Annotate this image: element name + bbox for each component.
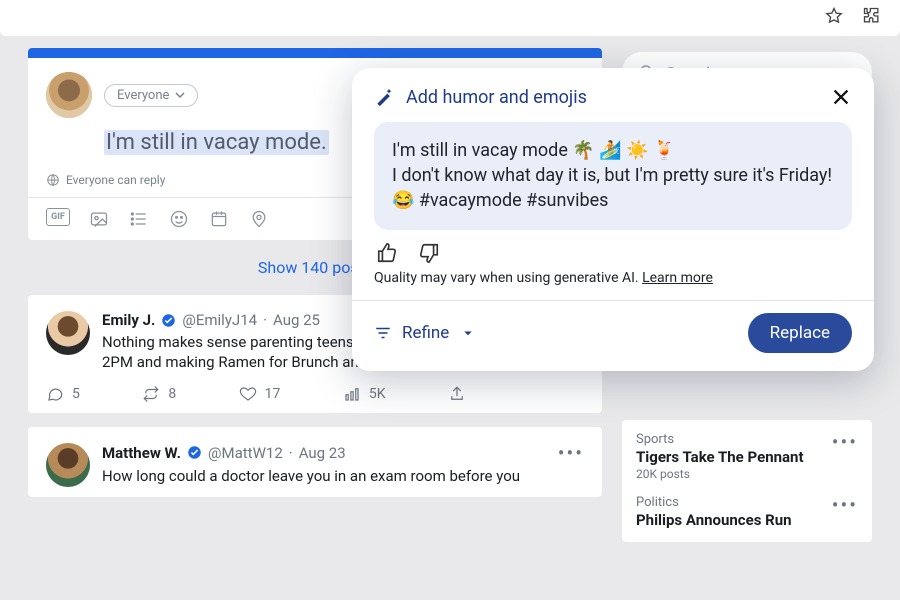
replace-button[interactable]: Replace [748, 313, 852, 353]
post-body: How long could a doctor leave you in an … [102, 466, 584, 486]
trends-card: Sports Tigers Take The Pennant 20K posts… [622, 420, 872, 542]
magic-wand-icon [374, 87, 394, 107]
popover-title: Add humor and emojis [406, 87, 818, 108]
post-avatar[interactable] [46, 443, 90, 487]
close-icon[interactable] [830, 86, 852, 108]
bookmark-star-icon[interactable] [824, 6, 844, 30]
composer-draft-text: I'm still in vacay mode. [104, 130, 329, 155]
post-author-name[interactable]: Matthew W. [102, 444, 181, 462]
post-author-handle[interactable]: @EmilyJ14 [182, 311, 257, 329]
repost-button[interactable]: 8 [142, 385, 176, 403]
ai-disclaimer: Quality may vary when using generative A… [374, 270, 852, 286]
ai-suggestion-text: I'm still in vacay mode 🌴 🏄 ☀️ 🍹 I don't… [374, 122, 852, 230]
post-date: Aug 23 [299, 444, 346, 462]
like-button[interactable]: 17 [239, 385, 281, 403]
thumbs-down-icon[interactable] [418, 242, 440, 264]
image-button[interactable] [88, 208, 110, 230]
thumbs-up-icon[interactable] [376, 242, 398, 264]
share-button[interactable] [448, 385, 466, 403]
user-avatar[interactable] [46, 72, 92, 118]
post-author-handle[interactable]: @MattW12 [208, 444, 283, 462]
globe-icon [46, 173, 60, 187]
gif-button[interactable]: GIF [46, 208, 70, 226]
audience-label: Everyone [117, 88, 169, 103]
extensions-puzzle-icon[interactable] [862, 6, 882, 30]
audience-selector[interactable]: Everyone [104, 84, 198, 107]
trend-item[interactable]: Sports Tigers Take The Pennant 20K posts… [636, 432, 858, 481]
comment-button[interactable]: 5 [46, 385, 80, 403]
post-avatar[interactable] [46, 311, 90, 355]
chevron-down-icon [175, 90, 185, 100]
reply-scope-label: Everyone can reply [66, 173, 165, 187]
location-button[interactable] [248, 208, 270, 230]
verified-badge-icon [161, 313, 176, 328]
feed-post: Matthew W. @MattW12 · Aug 23 ••• How lon… [28, 427, 602, 497]
schedule-button[interactable] [208, 208, 230, 230]
verified-badge-icon [187, 445, 202, 460]
post-author-name[interactable]: Emily J. [102, 311, 155, 329]
refine-button[interactable]: Refine [374, 323, 477, 343]
learn-more-link[interactable]: Learn more [642, 270, 713, 286]
trend-more-icon[interactable]: ••• [832, 432, 858, 452]
post-date: Aug 25 [273, 311, 320, 329]
filter-icon [374, 324, 392, 342]
emoji-button[interactable] [168, 208, 190, 230]
trend-more-icon[interactable]: ••• [832, 495, 858, 515]
post-more-icon[interactable]: ••• [558, 443, 584, 463]
caret-down-icon [459, 324, 477, 342]
composer-accent-bar [28, 48, 602, 58]
browser-toolbar [0, 0, 900, 36]
views-button[interactable]: 5K [343, 385, 386, 403]
trend-item[interactable]: Politics Philips Announces Run ••• [636, 495, 858, 530]
ai-suggestion-popover: Add humor and emojis I'm still in vacay … [352, 68, 874, 371]
list-button[interactable] [128, 208, 150, 230]
